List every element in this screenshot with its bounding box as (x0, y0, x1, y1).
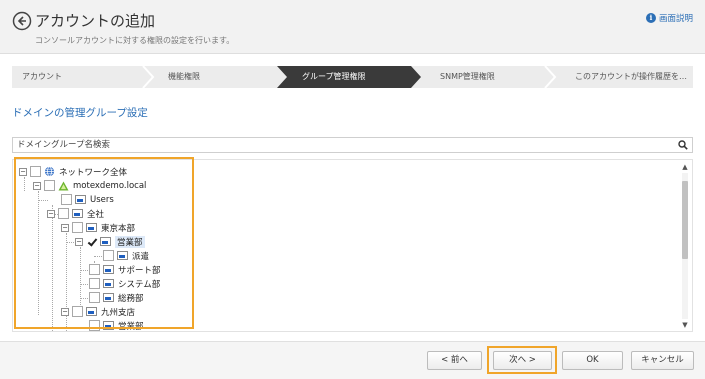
tree-node-label: motexdemo.local (73, 180, 147, 191)
tree-node-label: 営業部 (115, 235, 145, 248)
scroll-thumb[interactable] (682, 181, 688, 259)
tree-node-label: 全社 (87, 209, 105, 220)
step-operation-history: このアカウントが操作履歴を… (575, 72, 687, 81)
page-header: アカウントの追加 コンソールアカウントに対する権限の設定を行います。 i 画面説… (0, 0, 705, 54)
group-icon (103, 265, 114, 274)
group-icon (103, 293, 114, 302)
tree-node-label: 営業部 (118, 321, 144, 332)
tree-node[interactable]: システム部 (89, 277, 160, 290)
cancel-button[interactable]: キャンセル (631, 351, 694, 370)
tree-checkbox[interactable] (89, 320, 100, 331)
back-icon[interactable] (12, 11, 32, 31)
group-icon (86, 223, 97, 232)
tree-node-label: Users (90, 194, 114, 205)
tree-checkbox[interactable] (89, 264, 100, 275)
tree-node[interactable]: − 東京本部 (61, 221, 135, 234)
search-icon[interactable] (678, 140, 688, 150)
tree-node[interactable]: − 九州支店 (61, 305, 135, 318)
help-link[interactable]: i 画面説明 (645, 12, 693, 24)
group-tree-panel: − ネットワーク全体 − motexdemo.local Users − 全社 (12, 159, 693, 332)
tree-node[interactable]: − 全社 (47, 207, 104, 220)
group-icon (103, 321, 114, 330)
tree-checkbox[interactable] (103, 250, 114, 261)
tree-node-label: システム部 (118, 279, 161, 290)
tree-checkbox[interactable] (89, 278, 100, 289)
page-subtitle: コンソールアカウントに対する権限の設定を行います。 (35, 36, 235, 45)
group-icon (117, 251, 128, 260)
step-group-permission: グループ管理権限 (302, 72, 366, 81)
tree-node-label: 東京本部 (101, 223, 136, 234)
collapse-toggle[interactable]: − (19, 167, 27, 176)
search-box (12, 137, 693, 153)
tree-checkbox[interactable] (72, 222, 83, 233)
tree-node-label: 派遣 (132, 251, 150, 262)
collapse-toggle[interactable]: − (75, 237, 83, 246)
tree-checkbox-checked[interactable] (86, 236, 97, 247)
collapse-toggle[interactable]: − (47, 209, 55, 218)
tree-node-label: ネットワーク全体 (59, 167, 128, 178)
tree-node-label: サポート部 (118, 265, 161, 276)
tree-scrollbar[interactable]: ▲ ▼ (680, 163, 690, 329)
prev-button[interactable]: < 前へ (427, 351, 482, 370)
tree-node[interactable]: サポート部 (89, 263, 161, 276)
step-snmp-permission: SNMP管理権限 (440, 72, 495, 81)
step-account: アカウント (22, 72, 62, 81)
group-icon (100, 237, 111, 246)
tree-checkbox[interactable] (61, 194, 72, 205)
tree-checkbox[interactable] (89, 292, 100, 303)
group-search-input[interactable] (13, 138, 653, 152)
tree-node[interactable]: 派遣 (103, 249, 149, 262)
tree-node[interactable]: Users (61, 193, 114, 206)
collapse-toggle[interactable]: − (33, 181, 41, 190)
tree-node[interactable]: − motexdemo.local (33, 179, 146, 192)
collapse-toggle[interactable]: − (61, 307, 69, 316)
tree-checkbox[interactable] (58, 208, 69, 219)
page-title: アカウントの追加 (35, 12, 156, 30)
group-icon (72, 209, 83, 218)
next-button[interactable]: 次へ > (493, 351, 552, 370)
tree-node-label: 九州支店 (101, 307, 136, 318)
help-label: 画面説明 (658, 14, 693, 24)
tree-node[interactable]: 営業部 (89, 319, 144, 332)
tree-checkbox[interactable] (44, 180, 55, 191)
domain-icon (58, 180, 69, 191)
section-title: ドメインの管理グループ設定 (12, 107, 148, 119)
tree-checkbox[interactable] (72, 306, 83, 317)
tree-checkbox[interactable] (30, 166, 41, 177)
globe-icon (44, 166, 55, 177)
group-icon (75, 195, 86, 204)
group-icon (103, 279, 114, 288)
collapse-toggle[interactable]: − (61, 223, 69, 232)
group-icon (86, 307, 97, 316)
scroll-up-icon[interactable]: ▲ (680, 163, 690, 171)
tree-node[interactable]: − 営業部 (75, 235, 145, 248)
tree-node-label: 総務部 (118, 293, 144, 304)
tree-node[interactable]: 総務部 (89, 291, 144, 304)
wizard-steps: アカウント 機能権限 グループ管理権限 SNMP管理権限 このアカウントが操作履… (12, 66, 693, 88)
step-function-permission: 機能権限 (168, 72, 200, 81)
ok-button[interactable]: OK (562, 351, 623, 370)
scroll-down-icon[interactable]: ▼ (680, 321, 690, 329)
tree-node[interactable]: − ネットワーク全体 (19, 165, 127, 178)
info-icon: i (645, 13, 656, 23)
